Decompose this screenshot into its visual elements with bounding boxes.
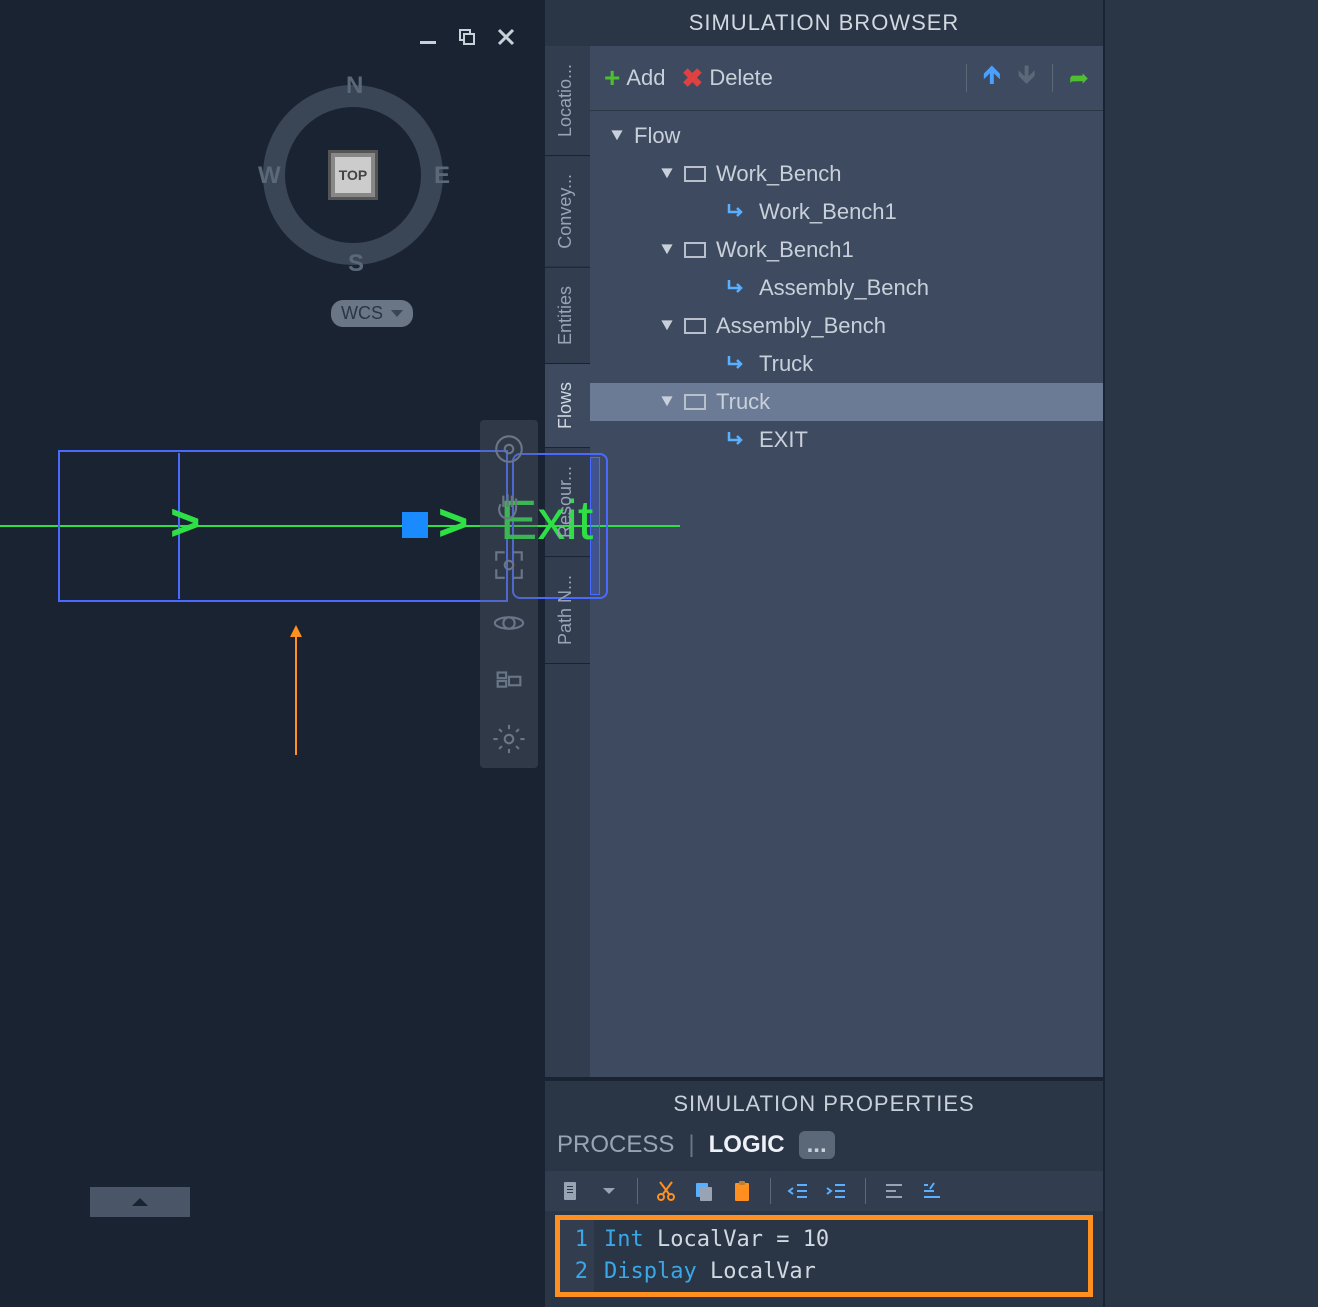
format-button[interactable] [880, 1177, 908, 1205]
tree-label: EXIT [759, 427, 808, 453]
flow-arrow-icon [725, 428, 749, 452]
location-icon [684, 394, 706, 410]
x-icon: ✖ [682, 63, 704, 94]
flow-tree: Flow Work_Bench Work_Bench1 Work_ [590, 111, 1103, 1077]
tree-label: Work_Bench1 [716, 237, 854, 263]
indent-button[interactable] [823, 1177, 851, 1205]
tab-path-networks[interactable]: Path N... [545, 557, 590, 664]
code-editor-toolbar [545, 1171, 1103, 1211]
restore-button[interactable] [455, 25, 479, 49]
plus-icon: + [604, 62, 620, 94]
flow-arrow-icon [725, 276, 749, 300]
browser-toolbar: +Add ✖Delete 🡹 🡻 ➦ [590, 46, 1103, 111]
tree-label: Truck [716, 389, 770, 415]
line-number-gutter: 1 2 [560, 1220, 594, 1292]
viewport-3d[interactable]: TOP N S E W WCS > > Exit [0, 0, 543, 1307]
right-buffer-panel [1103, 0, 1318, 1307]
tab-separator: | [688, 1131, 694, 1159]
location-icon [684, 318, 706, 334]
document-button[interactable] [557, 1177, 585, 1205]
tab-conveyors[interactable]: Convey... [545, 156, 590, 268]
orbit-tool[interactable] [488, 602, 530, 644]
arrow-down-icon: 🡻 [1017, 56, 1036, 100]
cut-button[interactable] [652, 1177, 680, 1205]
code-line: Display LocalVar [604, 1256, 829, 1288]
compass-east[interactable]: E [434, 162, 450, 190]
tree-label: Assembly_Bench [716, 313, 886, 339]
show-motion-tool[interactable] [488, 660, 530, 702]
tab-more-button[interactable]: ... [799, 1131, 835, 1159]
tree-label: Work_Bench1 [759, 199, 897, 225]
compass-north[interactable]: N [346, 72, 363, 100]
flow-arrow-icon: > [438, 493, 468, 553]
wcs-dropdown[interactable]: WCS [331, 300, 413, 327]
expander-icon[interactable] [610, 129, 624, 143]
dropdown-caret-icon[interactable] [595, 1177, 623, 1205]
flow-arrow-icon [725, 200, 749, 224]
minimize-button[interactable] [416, 25, 440, 49]
browser-category-tabs: Locatio... Convey... Entities Flows Reso… [545, 46, 590, 1077]
expander-icon[interactable] [660, 167, 674, 181]
line-number: 1 [566, 1224, 588, 1256]
tree-node-truck-route[interactable]: Truck [590, 345, 1103, 383]
compass-west[interactable]: W [258, 162, 281, 190]
entity-marker[interactable] [402, 512, 428, 538]
flow-arrow-icon [725, 352, 749, 376]
tree-label: Work_Bench [716, 161, 842, 187]
tab-process[interactable]: PROCESS [557, 1131, 674, 1159]
tree-node-assembly-bench-route[interactable]: Assembly_Bench [590, 269, 1103, 307]
close-button[interactable] [494, 25, 518, 49]
tree-node-flow[interactable]: Flow [590, 117, 1103, 155]
expander-icon[interactable] [660, 319, 674, 333]
comment-button[interactable] [918, 1177, 946, 1205]
tab-resources[interactable]: Resour... [545, 448, 590, 557]
settings-gear-icon[interactable] [488, 718, 530, 760]
add-button[interactable]: +Add [600, 60, 670, 96]
tree-node-assembly-bench[interactable]: Assembly_Bench [590, 307, 1103, 345]
tree-node-exit-route[interactable]: EXIT [590, 421, 1103, 459]
tree-label: Assembly_Bench [759, 275, 929, 301]
outdent-button[interactable] [785, 1177, 813, 1205]
logic-code-editor[interactable]: 1 2 Int LocalVar = 10 Display LocalVar [555, 1215, 1093, 1297]
pan-tool[interactable] [488, 486, 530, 528]
location-icon [684, 166, 706, 182]
panel-collapse-handle[interactable] [90, 1187, 190, 1217]
expander-icon[interactable] [660, 243, 674, 257]
view-compass[interactable]: TOP N S E W [248, 70, 458, 280]
share-button[interactable]: ➦ [1065, 62, 1093, 95]
tab-entities[interactable]: Entities [545, 268, 590, 364]
tab-logic[interactable]: LOGIC [709, 1131, 785, 1159]
tab-locations[interactable]: Locatio... [545, 46, 590, 156]
tree-node-work-bench1[interactable]: Work_Bench1 [590, 231, 1103, 269]
line-number: 2 [566, 1256, 588, 1288]
tree-node-work-bench1-route[interactable]: Work_Bench1 [590, 193, 1103, 231]
tree-label: Truck [759, 351, 813, 377]
compass-south[interactable]: S [348, 250, 364, 278]
paste-button[interactable] [728, 1177, 756, 1205]
zoom-extents-tool[interactable] [488, 544, 530, 586]
tree-label: Flow [634, 123, 680, 149]
tree-node-work-bench[interactable]: Work_Bench [590, 155, 1103, 193]
code-line: Int LocalVar = 10 [604, 1224, 829, 1256]
share-arrow-icon: ➦ [1069, 64, 1089, 93]
direction-arrow-icon [295, 635, 297, 755]
steering-wheel-tool[interactable] [488, 428, 530, 470]
simulation-properties-title: SIMULATION PROPERTIES [545, 1081, 1103, 1127]
chevron-down-icon [391, 310, 403, 317]
navigation-toolbar [480, 420, 538, 768]
expander-icon[interactable] [660, 395, 674, 409]
compass-top-label[interactable]: TOP [335, 157, 371, 193]
tab-flows[interactable]: Flows [545, 364, 590, 448]
move-up-button[interactable]: 🡹 [979, 54, 1006, 102]
simulation-browser-title: SIMULATION BROWSER [545, 0, 1103, 46]
delete-button[interactable]: ✖Delete [678, 61, 777, 96]
copy-button[interactable] [690, 1177, 718, 1205]
arrow-up-icon: 🡹 [983, 56, 1002, 100]
flow-arrow-icon: > [170, 493, 200, 553]
tree-node-truck[interactable]: Truck [590, 383, 1103, 421]
location-icon [684, 242, 706, 258]
move-down-button[interactable]: 🡻 [1013, 54, 1040, 102]
wcs-label: WCS [341, 303, 383, 324]
